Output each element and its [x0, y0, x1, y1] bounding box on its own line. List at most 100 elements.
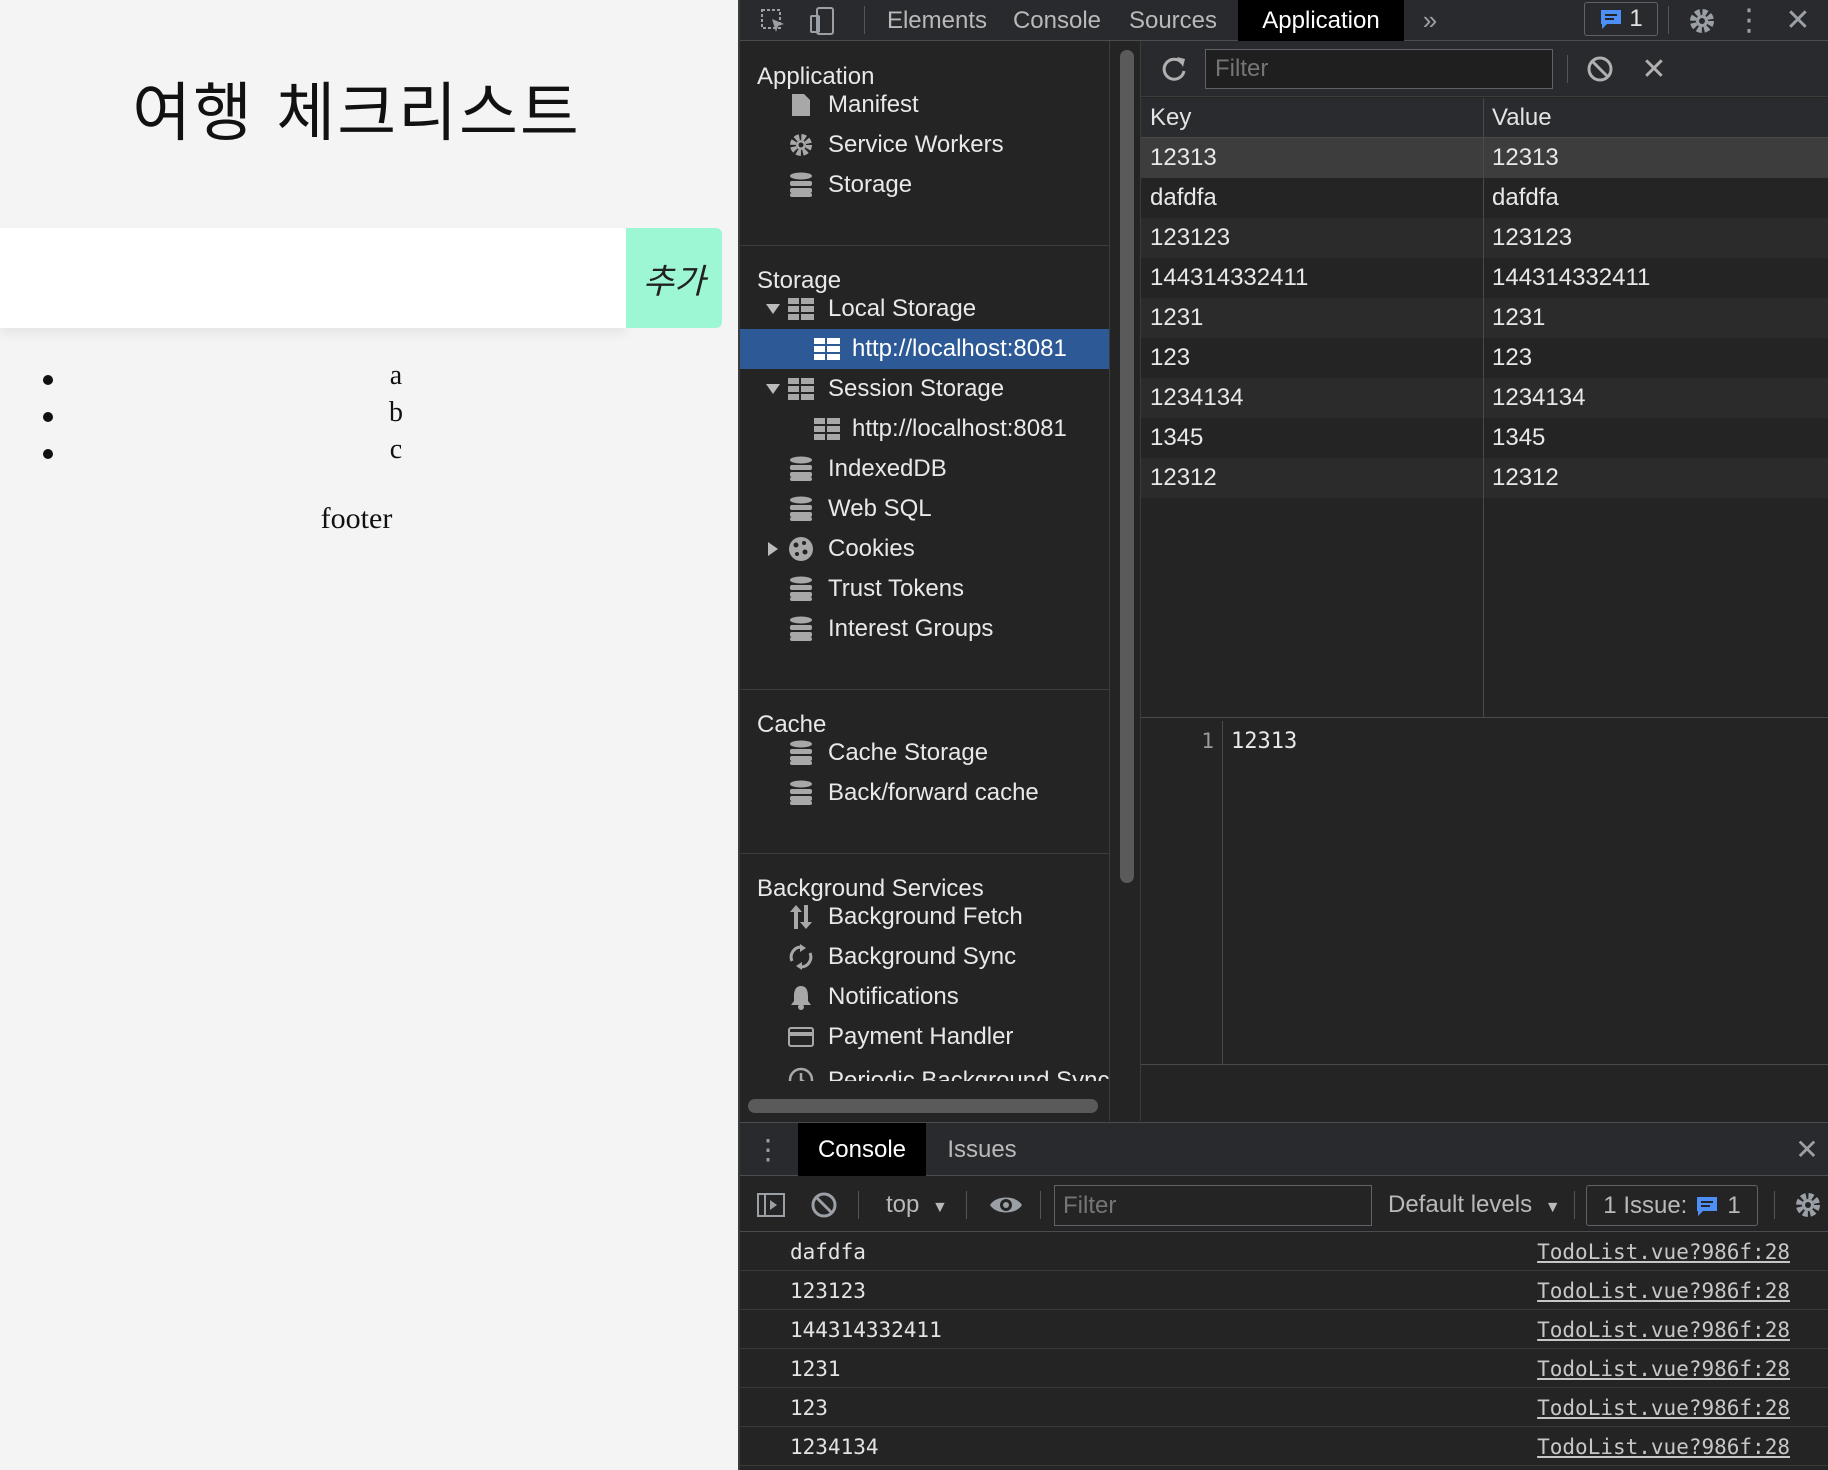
- value-cell: 12312: [1492, 464, 1559, 491]
- sidebar-item-storage[interactable]: Storage: [740, 165, 1109, 205]
- delete-selected-icon[interactable]: ✕: [1635, 41, 1673, 97]
- expanded-arrow-icon[interactable]: [766, 304, 780, 314]
- console-filter-input[interactable]: [1054, 1185, 1372, 1226]
- key-cell: 1345: [1150, 424, 1204, 451]
- separator: [966, 1191, 967, 1219]
- sidebar-item-local-storage[interactable]: Local Storage: [740, 289, 1109, 329]
- sidebar-horizontal-scrollbar[interactable]: [748, 1099, 1098, 1113]
- eye-icon[interactable]: [984, 1177, 1028, 1232]
- table-row[interactable]: 123123 123123: [1141, 218, 1828, 258]
- table-row[interactable]: 123 123: [1141, 338, 1828, 378]
- sidebar-item-label: Local Storage: [828, 295, 977, 322]
- devtools-tabbar: Elements Console Sources Application » 1…: [740, 0, 1828, 41]
- context-selector[interactable]: top ▼: [886, 1177, 948, 1232]
- database-icon: [788, 780, 814, 806]
- tab-elements[interactable]: Elements: [880, 0, 994, 41]
- todo-item: b: [0, 397, 738, 434]
- sidebar-item-background-fetch[interactable]: Background Fetch: [740, 897, 1109, 937]
- tab-application[interactable]: Application: [1238, 0, 1404, 41]
- sidebar-item-manifest[interactable]: Manifest: [740, 85, 1109, 125]
- sidebar-item-notifications[interactable]: Notifications: [740, 977, 1109, 1017]
- value-preview: 1 12313: [1141, 721, 1828, 1065]
- tab-console[interactable]: Console: [1006, 0, 1108, 41]
- settings-gear-icon[interactable]: [1682, 0, 1722, 41]
- column-header-key[interactable]: Key: [1141, 98, 1191, 138]
- column-header-value[interactable]: Value: [1483, 98, 1552, 138]
- sidebar-item-background-sync[interactable]: Background Sync: [740, 937, 1109, 977]
- clear-all-icon[interactable]: [1581, 41, 1619, 97]
- table-row[interactable]: 12313 12313: [1141, 138, 1828, 178]
- sidebar-item-cookies[interactable]: Cookies: [740, 529, 1109, 569]
- sidebar-item-web-sql[interactable]: Web SQL: [740, 489, 1109, 529]
- table-row[interactable]: 1345 1345: [1141, 418, 1828, 458]
- issues-counter-button[interactable]: 1 Issue: 1: [1586, 1185, 1758, 1226]
- table-row[interactable]: 12312 12312: [1141, 458, 1828, 498]
- console-log-row: 123 TodoList.vue?986f:28: [740, 1389, 1828, 1427]
- value-cell: dafdfa: [1492, 184, 1559, 211]
- grid-table-icon: [814, 336, 840, 362]
- log-source-link[interactable]: TodoList.vue?986f:28: [1537, 1428, 1790, 1466]
- log-message: 144314332411: [790, 1318, 942, 1342]
- gear-icon: [788, 132, 814, 158]
- log-source-link[interactable]: TodoList.vue?986f:28: [1537, 1233, 1790, 1271]
- sidebar-item-payment-handler[interactable]: Payment Handler: [740, 1017, 1109, 1057]
- column-resizer[interactable]: [1483, 98, 1484, 718]
- sidebar-item-session-storage[interactable]: Session Storage: [740, 369, 1109, 409]
- table-row[interactable]: 144314332411 144314332411: [1141, 258, 1828, 298]
- console-log-row: 1234134 TodoList.vue?986f:28: [740, 1428, 1828, 1466]
- log-message: 1234134: [790, 1435, 879, 1459]
- todo-input[interactable]: [0, 228, 626, 328]
- separator: [864, 6, 865, 34]
- drawer-menu-icon[interactable]: ⋮: [754, 1123, 782, 1176]
- todo-text: c: [389, 434, 403, 465]
- issues-count: 1: [1629, 5, 1643, 32]
- log-source-link[interactable]: TodoList.vue?986f:28: [1537, 1272, 1790, 1310]
- console-settings-gear-icon[interactable]: [1788, 1177, 1828, 1232]
- log-levels-dropdown[interactable]: Default levels ▼: [1388, 1177, 1561, 1232]
- storage-filter-input[interactable]: [1205, 49, 1553, 89]
- devtools-panel: Elements Console Sources Application » 1…: [738, 0, 1828, 1470]
- close-drawer-icon[interactable]: ✕: [1790, 1123, 1824, 1176]
- sidebar-item-indexeddb[interactable]: IndexedDB: [740, 449, 1109, 489]
- table-row[interactable]: 1231 1231: [1141, 298, 1828, 338]
- sidebar-toggle-icon[interactable]: [754, 1177, 788, 1232]
- clear-console-icon[interactable]: [806, 1177, 842, 1232]
- sidebar-item-back-forward-cache[interactable]: Back/forward cache: [740, 773, 1109, 813]
- separator: [1574, 1191, 1575, 1219]
- sidebar-item-trust-tokens[interactable]: Trust Tokens: [740, 569, 1109, 609]
- table-row[interactable]: dafdfa dafdfa: [1141, 178, 1828, 218]
- sidebar-item-label: Back/forward cache: [828, 779, 1039, 806]
- more-tabs-icon[interactable]: »: [1412, 0, 1448, 41]
- separator: [1567, 55, 1568, 83]
- log-source-link[interactable]: TodoList.vue?986f:28: [1537, 1311, 1790, 1349]
- log-source-link[interactable]: TodoList.vue?986f:28: [1537, 1350, 1790, 1388]
- drawer-tab-console[interactable]: Console: [798, 1123, 926, 1176]
- issue-count: 1: [1727, 1191, 1741, 1219]
- refresh-icon[interactable]: [1157, 41, 1191, 97]
- sidebar-item-interest-groups[interactable]: Interest Groups: [740, 609, 1109, 649]
- kebab-menu-icon[interactable]: ⋮: [1734, 0, 1764, 41]
- sidebar-item-local-storage-origin[interactable]: http://localhost:8081: [740, 329, 1109, 369]
- sidebar-vertical-scrollbar[interactable]: [1120, 50, 1134, 883]
- sidebar-item-cache-storage[interactable]: Cache Storage: [740, 733, 1109, 773]
- issues-badge[interactable]: 1: [1584, 2, 1658, 36]
- tab-sources[interactable]: Sources: [1120, 0, 1226, 41]
- expanded-arrow-icon[interactable]: [766, 384, 780, 394]
- close-devtools-icon[interactable]: ✕: [1780, 0, 1816, 41]
- table-row[interactable]: 1234134 1234134: [1141, 378, 1828, 418]
- sidebar-item-session-storage-origin[interactable]: http://localhost:8081: [740, 409, 1109, 449]
- drawer-tab-issues[interactable]: Issues: [930, 1123, 1034, 1176]
- log-message: 123123: [790, 1279, 866, 1303]
- collapsed-arrow-icon[interactable]: [768, 542, 778, 556]
- database-icon: [788, 456, 814, 482]
- key-cell: 123: [1150, 344, 1191, 371]
- inspect-element-icon[interactable]: [756, 0, 790, 41]
- sidebar-item-periodic-background-sync[interactable]: Periodic Background Sync: [740, 1057, 1109, 1081]
- message-icon: [1601, 10, 1622, 29]
- table-header: Key Value: [1141, 98, 1828, 138]
- log-source-link[interactable]: TodoList.vue?986f:28: [1537, 1389, 1790, 1427]
- device-toolbar-icon[interactable]: [806, 0, 840, 41]
- bell-icon: [788, 984, 814, 1010]
- add-button[interactable]: 추가: [626, 228, 722, 328]
- sidebar-item-service-workers[interactable]: Service Workers: [740, 125, 1109, 165]
